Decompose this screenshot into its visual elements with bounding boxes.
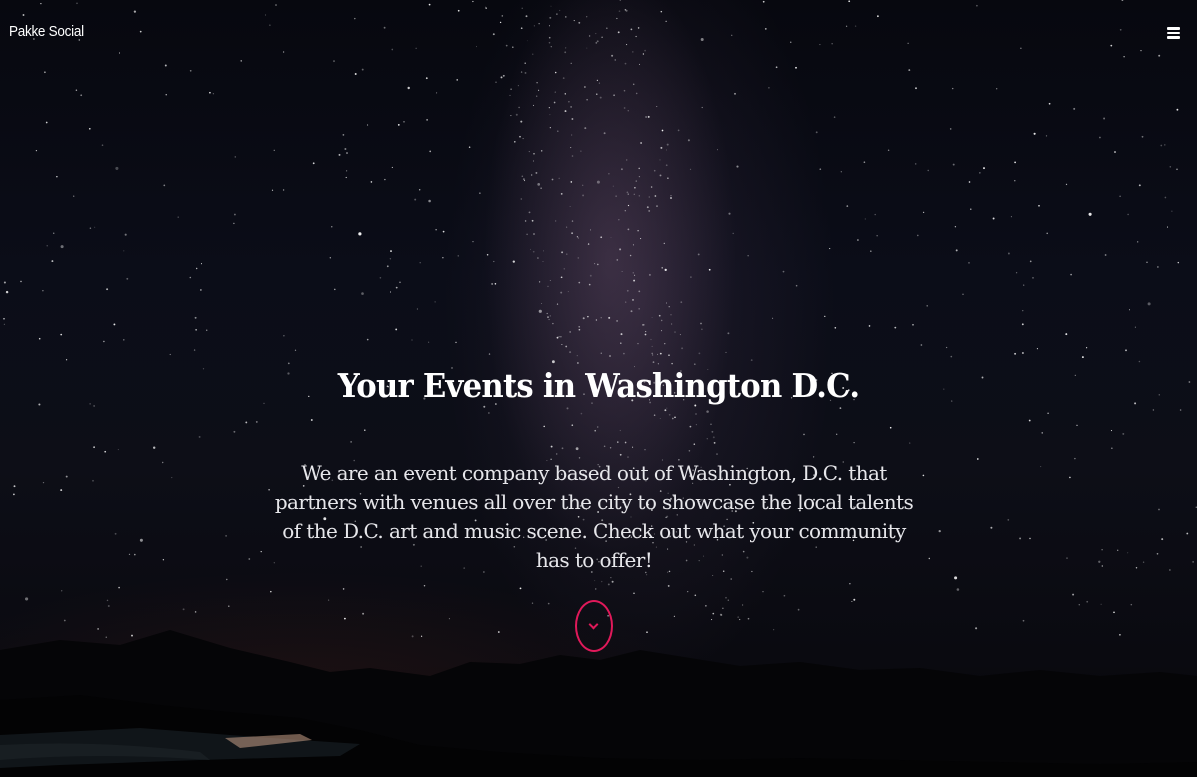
hamburger-menu-icon[interactable] bbox=[1167, 27, 1180, 39]
hero-headline: Your Events in Washington D.C. bbox=[337, 366, 860, 405]
navbar: Pakke Social bbox=[0, 0, 1197, 66]
chevron-down-icon bbox=[588, 619, 599, 630]
menu-bar-top bbox=[1167, 27, 1180, 30]
hero-section: Pakke Social Your Events in Washington D… bbox=[0, 0, 1197, 777]
menu-bar-middle bbox=[1167, 31, 1180, 35]
brand-logo-link[interactable]: Pakke Social bbox=[9, 23, 84, 40]
hero-description: We are an event company based out of Was… bbox=[274, 461, 914, 572]
scroll-down-button[interactable] bbox=[575, 600, 613, 652]
menu-bar-bottom bbox=[1167, 36, 1180, 39]
